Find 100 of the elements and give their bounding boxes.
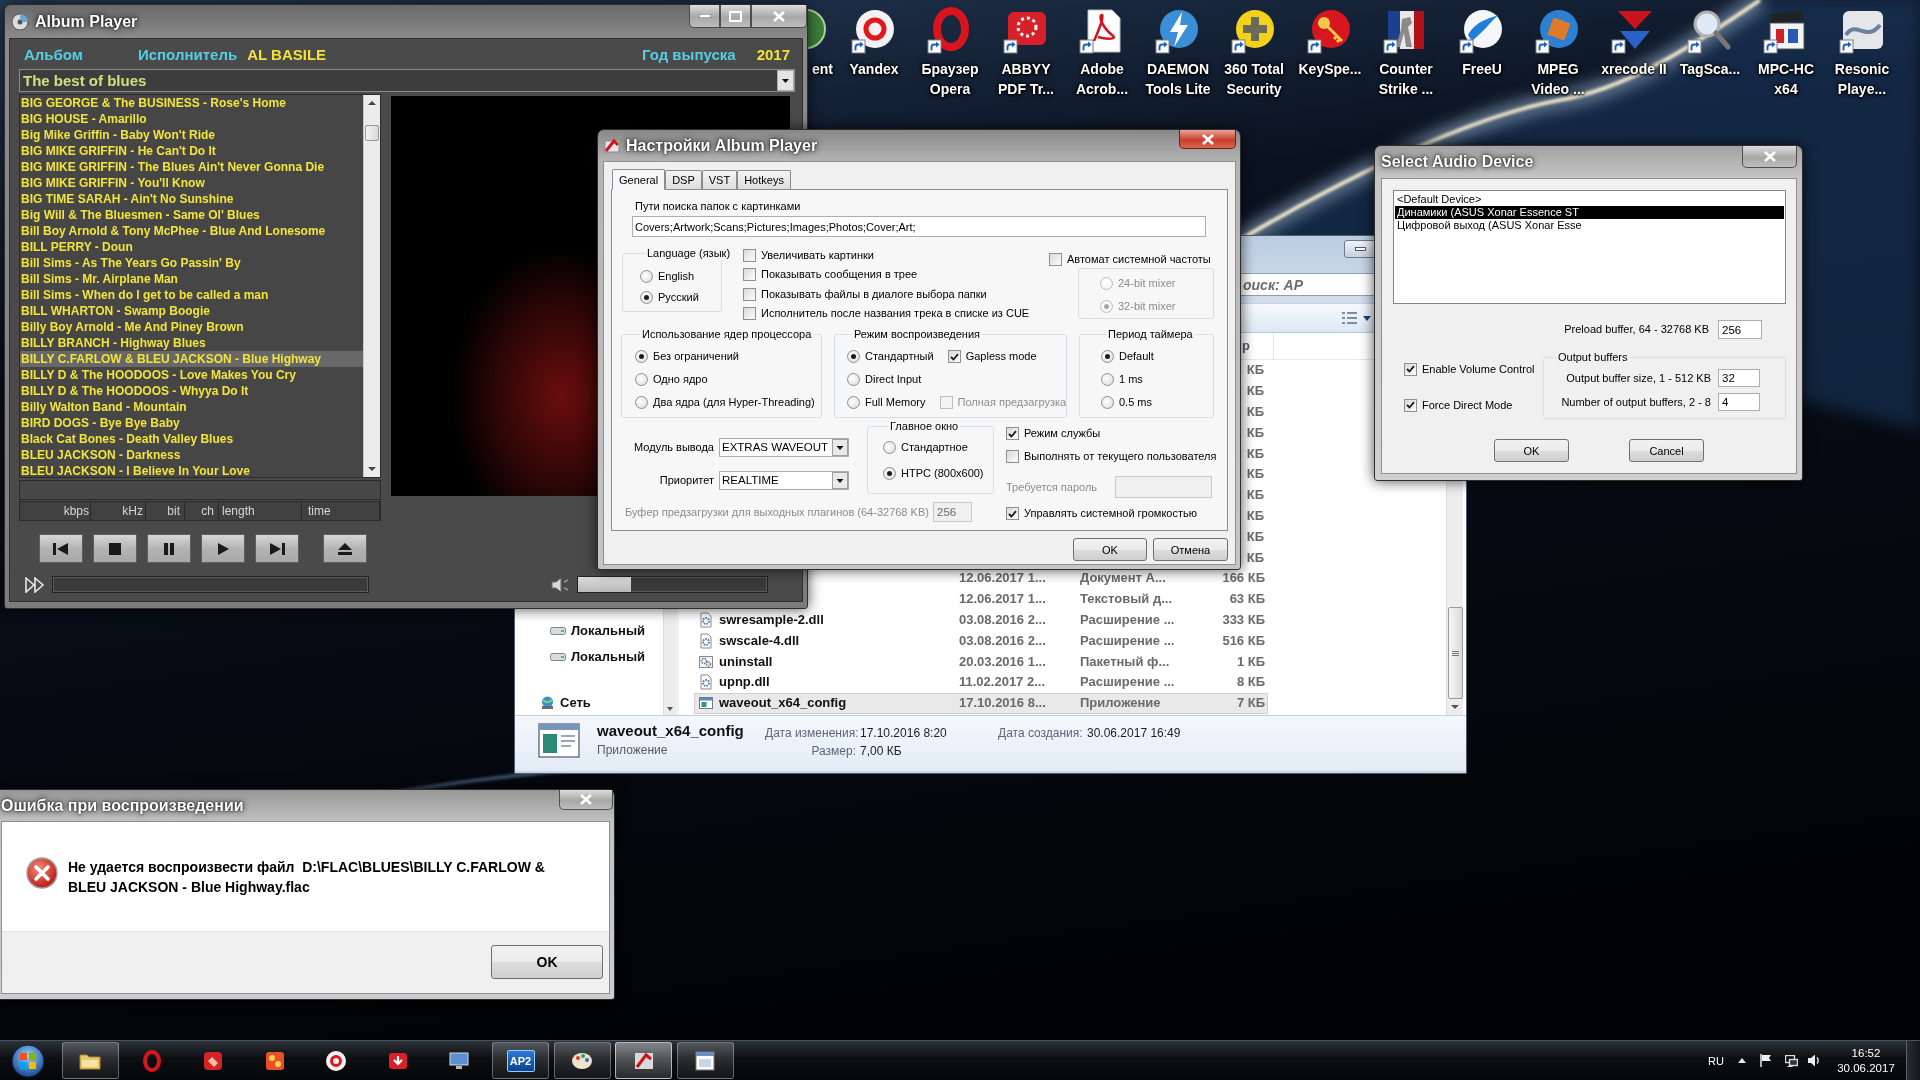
track-item[interactable]: BILLY BRANCH - Highway Blues bbox=[20, 335, 363, 351]
ok-button[interactable]: OK bbox=[491, 945, 603, 979]
checkbox[interactable] bbox=[743, 307, 756, 321]
desktop-icon-label[interactable]: FreeU bbox=[1462, 59, 1502, 79]
maximize-button[interactable] bbox=[720, 5, 751, 28]
close-button[interactable] bbox=[559, 790, 613, 810]
track-item[interactable]: BIG GEORGE & The BUSINESS - Rose's Home bbox=[20, 95, 363, 111]
checkbox[interactable] bbox=[743, 268, 756, 282]
desktop-icon-label[interactable]: MPC-HC x64 bbox=[1758, 59, 1814, 99]
taskbar-button[interactable] bbox=[61, 1042, 119, 1079]
scrollbar-thumb[interactable] bbox=[1447, 607, 1463, 699]
speaker-icon[interactable] bbox=[1808, 1054, 1820, 1067]
tab[interactable]: General bbox=[612, 169, 666, 190]
dialog-button[interactable]: OK bbox=[1073, 538, 1147, 561]
desktop-icon-label[interactable]: Adobe Acrob... bbox=[1075, 59, 1129, 99]
checkbox[interactable] bbox=[743, 287, 756, 301]
stop-button[interactable] bbox=[93, 534, 137, 563]
desktop-icon-label[interactable]: MPEG Video ... bbox=[1531, 59, 1585, 99]
desktop-icon-label[interactable]: TagSca... bbox=[1679, 59, 1741, 79]
track-item[interactable]: BILL PERRY - Doun bbox=[20, 239, 363, 255]
radio-button[interactable] bbox=[1101, 350, 1114, 364]
desktop-icon-label[interactable]: KeySpe... bbox=[1298, 59, 1362, 79]
play-button[interactable] bbox=[201, 534, 245, 563]
previous-button[interactable] bbox=[39, 534, 83, 563]
desktop-icon-label[interactable]: DAEMON Tools Lite bbox=[1145, 59, 1211, 99]
close-button[interactable] bbox=[1179, 130, 1236, 149]
file-row[interactable]: uninstall 20.03.2016 1... Пакетный ф... 1 КБ bbox=[694, 651, 1268, 672]
file-row[interactable]: waveout_x64_config 17.10.2016 8... Приложение 7 КБ bbox=[694, 692, 1268, 714]
flag-icon[interactable] bbox=[1760, 1053, 1772, 1068]
track-item[interactable]: BIG MIKE GRIFFIN - He Can't Do It bbox=[20, 143, 363, 159]
radio-button[interactable] bbox=[847, 350, 860, 364]
clock-button[interactable]: 16:52 30.06.2017 bbox=[1836, 1042, 1896, 1079]
track-item[interactable]: BIG MIKE GRIFFIN - You'll Know bbox=[20, 175, 363, 191]
network-icon[interactable] bbox=[1785, 1054, 1798, 1067]
fast-forward-icon[interactable] bbox=[25, 576, 45, 593]
track-item[interactable]: BILLY D & The HOODOOS - Whyya Do It bbox=[20, 383, 363, 399]
show-desktop-button[interactable] bbox=[1906, 1040, 1920, 1080]
dialog-button[interactable]: OK bbox=[1494, 439, 1569, 462]
desktop-icon-label[interactable]: Resonic Playe... bbox=[1834, 59, 1890, 99]
track-item[interactable]: BIG TIME SARAH - Ain't No Sunshine bbox=[20, 191, 363, 207]
track-item[interactable]: Black Cat Bones - Death Valley Blues bbox=[20, 431, 363, 447]
track-item[interactable]: Billy Boy Arnold - Me And Piney Brown bbox=[20, 319, 363, 335]
tab[interactable]: DSP bbox=[665, 170, 702, 189]
volume-slider[interactable] bbox=[577, 576, 768, 593]
dialog-button[interactable]: Cancel bbox=[1629, 439, 1704, 462]
list-view-icon[interactable] bbox=[1342, 312, 1358, 324]
file-row[interactable]: swscale-4.dll 03.08.2016 2... Расширение ... 516 КБ bbox=[694, 630, 1268, 652]
eject-button[interactable] bbox=[323, 534, 367, 563]
track-item[interactable]: BLEU JACKSON - Darkness bbox=[20, 447, 363, 463]
taskbar-button[interactable] bbox=[553, 1042, 611, 1079]
buffer-field[interactable]: 32 bbox=[1718, 369, 1760, 387]
radio-button[interactable] bbox=[635, 350, 648, 364]
desktop-icon-label[interactable]: Браузер Opera bbox=[921, 59, 979, 99]
caret-up-icon[interactable] bbox=[1738, 1058, 1746, 1063]
language-indicator[interactable]: RU bbox=[1705, 1050, 1727, 1071]
paths-field[interactable]: Covers;Artwork;Scans;Pictures;Images;Photos;Cover;Art; bbox=[632, 216, 1206, 237]
device-item[interactable]: <Default Device> bbox=[1395, 193, 1784, 206]
tab[interactable]: Hotkeys bbox=[737, 170, 791, 189]
priority-dropdown[interactable]: REALTIME bbox=[719, 470, 849, 490]
close-button[interactable] bbox=[751, 5, 807, 28]
file-row[interactable]: upnp.dll 11.02.2017 2... Расширение ... 8 КБ bbox=[694, 671, 1268, 693]
device-item[interactable]: Цифровой выход (ASUS Xonar Esse bbox=[1395, 219, 1784, 232]
radio-button[interactable] bbox=[635, 396, 648, 410]
device-item[interactable]: Динамики (ASUS Xonar Essence ST bbox=[1395, 206, 1784, 219]
taskbar-button[interactable]: AP2 bbox=[492, 1042, 549, 1079]
nav-item[interactable]: Сеть bbox=[515, 693, 663, 713]
radio-button[interactable] bbox=[635, 373, 648, 387]
radio-button[interactable] bbox=[883, 441, 896, 455]
radio-button[interactable] bbox=[883, 467, 896, 481]
track-item[interactable]: BIG MIKE GRIFFIN - The Blues Ain't Never Gonna Die bbox=[20, 159, 363, 175]
radio-button[interactable] bbox=[640, 269, 653, 283]
pause-button[interactable] bbox=[147, 534, 191, 563]
radio-button[interactable] bbox=[847, 396, 860, 410]
file-row[interactable]: swresample-2.dll 03.08.2016 2... Расширение ... 333 КБ bbox=[694, 609, 1268, 631]
checkbox[interactable] bbox=[1404, 398, 1417, 412]
radio-button[interactable] bbox=[1101, 373, 1114, 387]
radio-button[interactable] bbox=[640, 290, 653, 304]
taskbar-button[interactable] bbox=[615, 1042, 672, 1079]
track-item[interactable]: BILLY C.FARLOW & BLEU JACKSON - Blue Highway bbox=[20, 351, 363, 367]
checkbox[interactable] bbox=[1404, 362, 1417, 376]
checkbox[interactable] bbox=[1006, 450, 1019, 464]
caret-down-icon[interactable] bbox=[1363, 315, 1371, 321]
desktop-icon-label[interactable]: Yandex bbox=[849, 59, 899, 79]
nav-item[interactable]: Локальный bbox=[515, 621, 663, 641]
track-item[interactable]: BLEU JACKSON - I Believe In Your Love bbox=[20, 463, 363, 477]
track-item[interactable]: Bill Sims - Mr. Airplane Man bbox=[20, 271, 363, 287]
speaker-icon[interactable] bbox=[551, 576, 569, 593]
track-item[interactable]: Bill Boy Arnold & Tony McPhee - Blue And Lonesome bbox=[20, 223, 363, 239]
checkbox[interactable] bbox=[743, 248, 756, 262]
start-button[interactable] bbox=[8, 1041, 48, 1080]
buffer-field[interactable]: 4 bbox=[1718, 393, 1760, 411]
taskbar-button[interactable] bbox=[676, 1042, 734, 1079]
tab[interactable]: VST bbox=[701, 170, 738, 189]
minimize-button[interactable] bbox=[689, 5, 720, 28]
scrollbar-thumb[interactable] bbox=[365, 125, 379, 141]
checkbox[interactable] bbox=[1049, 252, 1062, 266]
file-row[interactable]: 12.06.2017 1... Документ А... 166 КБ bbox=[958, 567, 1268, 589]
desktop-icon-label[interactable]: ent bbox=[812, 59, 833, 79]
desktop-icon-label[interactable]: ABBYY PDF Tr... bbox=[998, 59, 1054, 99]
output-module-dropdown[interactable]: EXTRAS WAVEOUT bbox=[719, 437, 849, 457]
